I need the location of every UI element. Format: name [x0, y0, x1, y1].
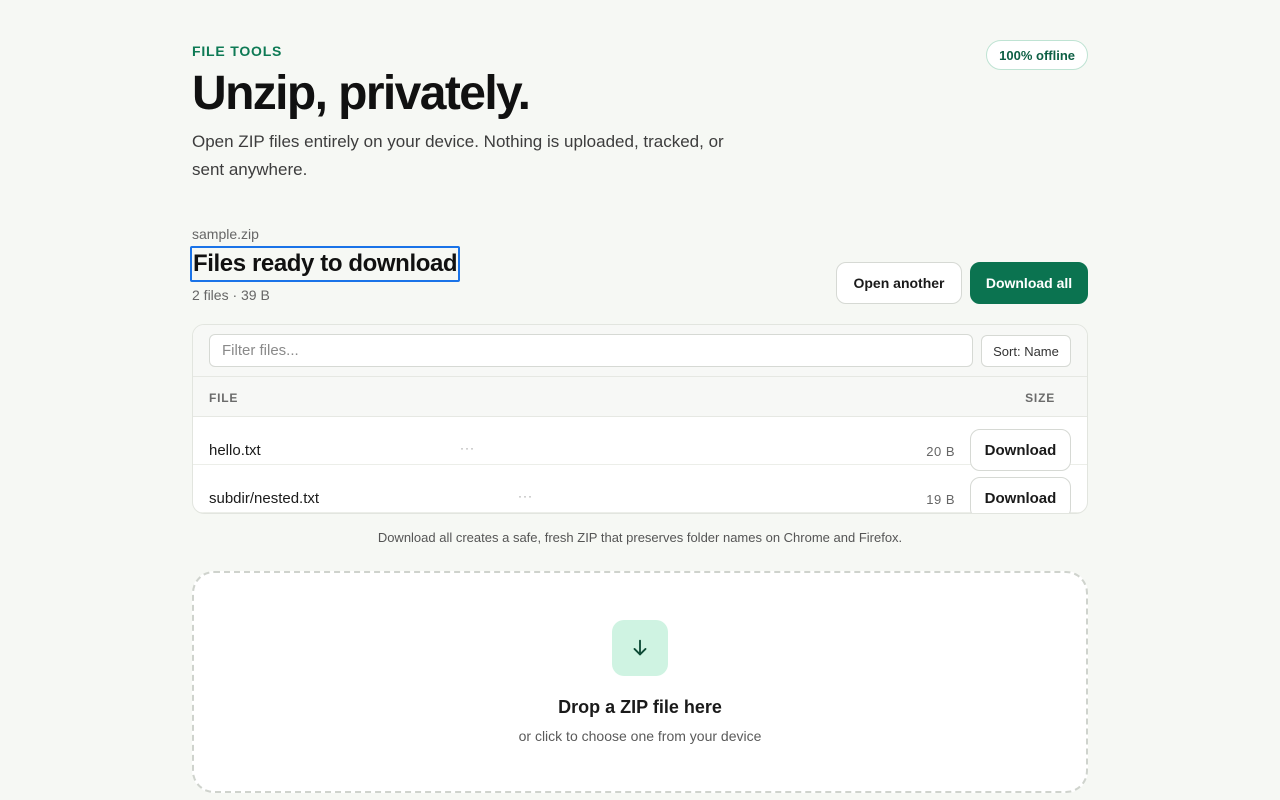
download-all-button[interactable]: Download all	[970, 262, 1088, 304]
dropzone-title: Drop a ZIP file here	[558, 697, 722, 717]
file-size: 19 B	[926, 492, 955, 507]
table-header: FILE SIZE	[193, 377, 1087, 417]
page-subtitle: Open ZIP files entirely on your device. …	[192, 132, 724, 179]
file-count-meta: 2 files · 39 B	[192, 287, 270, 303]
column-header-file: FILE	[209, 391, 239, 405]
filter-files-input[interactable]	[209, 334, 973, 367]
archive-filename: sample.zip	[192, 226, 259, 242]
file-name: hello.txt	[209, 442, 261, 459]
sort-button[interactable]: Sort: Name	[981, 335, 1071, 367]
table-row: hello.txt ··· 20 B Download	[193, 417, 1087, 471]
file-size: 20 B	[926, 444, 955, 459]
arrow-down-icon	[612, 620, 668, 676]
file-name: subdir/nested.txt	[209, 490, 320, 507]
table-toolbar: Sort: Name	[193, 325, 1087, 377]
table-row: subdir/nested.txt ··· 19 B Download	[193, 465, 1087, 513]
download-button[interactable]: Download	[970, 477, 1071, 513]
column-header-size: SIZE	[1025, 391, 1055, 405]
files-heading: Files ready to download	[190, 246, 461, 282]
more-options-icon[interactable]: ···	[518, 489, 533, 503]
offline-badge: 100% offline	[986, 40, 1088, 70]
zip-dropzone[interactable]: Drop a ZIP file here or click to choose …	[192, 571, 1088, 793]
file-table-panel: Sort: Name FILE SIZE hello.txt ··· 20 B …	[192, 324, 1088, 514]
eyebrow-label: FILE TOOLS	[192, 43, 283, 59]
dropzone-subtitle: or click to choose one from your device	[518, 728, 762, 744]
download-all-note: Download all creates a safe, fresh ZIP t…	[377, 530, 903, 545]
open-another-button[interactable]: Open another	[836, 262, 962, 304]
more-options-icon[interactable]: ···	[460, 441, 475, 455]
page-title: Unzip, privately.	[192, 67, 531, 120]
